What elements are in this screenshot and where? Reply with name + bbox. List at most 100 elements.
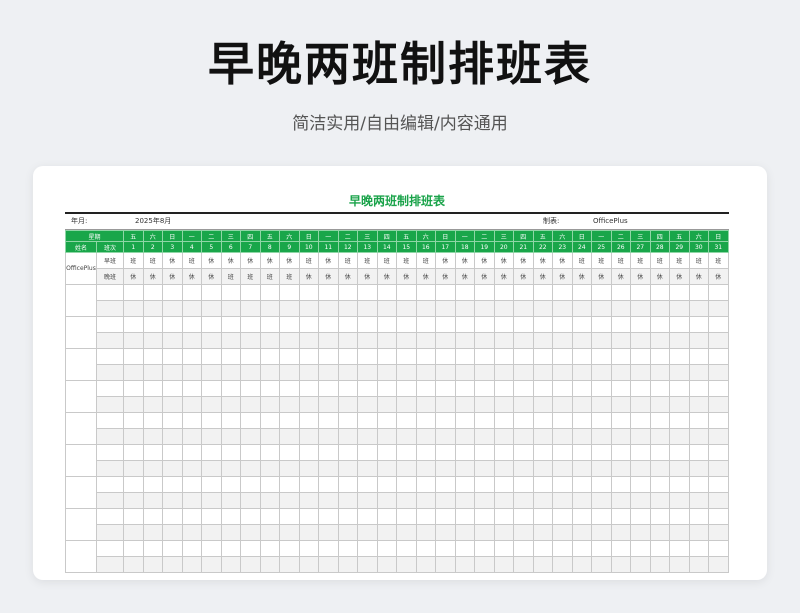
schedule-cell[interactable] — [552, 444, 573, 461]
schedule-cell[interactable] — [298, 556, 320, 573]
schedule-cell[interactable] — [513, 300, 534, 317]
schedule-cell[interactable] — [454, 540, 476, 557]
schedule-cell[interactable] — [415, 556, 437, 573]
schedule-cell[interactable] — [337, 348, 359, 365]
schedule-cell[interactable] — [298, 364, 320, 381]
schedule-cell[interactable] — [649, 332, 671, 349]
schedule-cell[interactable] — [513, 524, 534, 541]
schedule-cell[interactable] — [357, 380, 378, 397]
schedule-cell[interactable] — [435, 556, 456, 573]
schedule-cell[interactable] — [708, 428, 729, 445]
schedule-cell[interactable] — [396, 396, 417, 413]
schedule-cell[interactable] — [688, 444, 710, 461]
schedule-cell[interactable] — [357, 316, 378, 333]
schedule-cell[interactable] — [123, 364, 144, 381]
schedule-cell[interactable] — [259, 444, 281, 461]
schedule-cell[interactable] — [220, 476, 242, 493]
shift-name-cell[interactable] — [95, 460, 125, 477]
schedule-cell[interactable] — [357, 444, 378, 461]
schedule-cell[interactable] — [201, 460, 222, 477]
schedule-cell[interactable] — [201, 348, 222, 365]
employee-name-cell[interactable] — [65, 316, 97, 349]
schedule-cell[interactable] — [591, 508, 612, 525]
schedule-cell[interactable] — [259, 380, 281, 397]
schedule-cell[interactable] — [532, 476, 554, 493]
schedule-cell[interactable] — [259, 364, 281, 381]
schedule-cell[interactable]: 班 — [357, 252, 378, 269]
schedule-cell[interactable] — [591, 412, 612, 429]
shift-name-cell[interactable] — [95, 428, 125, 445]
schedule-cell[interactable] — [669, 364, 690, 381]
schedule-cell[interactable] — [279, 460, 300, 477]
schedule-cell[interactable] — [610, 460, 632, 477]
schedule-cell[interactable]: 休 — [201, 268, 222, 285]
schedule-cell[interactable] — [454, 300, 476, 317]
schedule-cell[interactable] — [123, 428, 144, 445]
schedule-cell[interactable] — [571, 460, 593, 477]
schedule-cell[interactable] — [688, 508, 710, 525]
schedule-cell[interactable] — [708, 396, 729, 413]
schedule-cell[interactable] — [532, 524, 554, 541]
schedule-cell[interactable] — [357, 412, 378, 429]
schedule-cell[interactable] — [649, 492, 671, 509]
schedule-cell[interactable]: 休 — [298, 268, 320, 285]
schedule-cell[interactable] — [318, 396, 339, 413]
schedule-cell[interactable] — [337, 492, 359, 509]
schedule-cell[interactable] — [415, 476, 437, 493]
schedule-cell[interactable]: 休 — [532, 252, 554, 269]
schedule-cell[interactable] — [571, 396, 593, 413]
schedule-cell[interactable] — [513, 444, 534, 461]
schedule-cell[interactable] — [376, 524, 398, 541]
schedule-cell[interactable]: 休 — [201, 252, 222, 269]
schedule-cell[interactable] — [396, 364, 417, 381]
schedule-cell[interactable] — [474, 428, 495, 445]
schedule-cell[interactable] — [571, 348, 593, 365]
schedule-cell[interactable] — [552, 316, 573, 333]
schedule-cell[interactable] — [474, 396, 495, 413]
schedule-cell[interactable] — [415, 316, 437, 333]
schedule-cell[interactable] — [552, 556, 573, 573]
schedule-cell[interactable] — [708, 524, 729, 541]
schedule-cell[interactable] — [532, 540, 554, 557]
schedule-cell[interactable] — [493, 316, 515, 333]
schedule-cell[interactable] — [357, 492, 378, 509]
schedule-cell[interactable] — [591, 396, 612, 413]
schedule-cell[interactable] — [318, 444, 339, 461]
schedule-cell[interactable] — [181, 556, 203, 573]
schedule-cell[interactable] — [552, 492, 573, 509]
schedule-cell[interactable] — [532, 332, 554, 349]
schedule-cell[interactable] — [123, 492, 144, 509]
schedule-cell[interactable] — [571, 476, 593, 493]
schedule-cell[interactable] — [162, 364, 183, 381]
schedule-cell[interactable] — [357, 396, 378, 413]
schedule-cell[interactable] — [240, 428, 261, 445]
schedule-cell[interactable] — [201, 316, 222, 333]
schedule-cell[interactable]: 休 — [454, 252, 476, 269]
schedule-cell[interactable] — [376, 412, 398, 429]
schedule-cell[interactable] — [591, 492, 612, 509]
schedule-cell[interactable]: 班 — [630, 252, 651, 269]
schedule-cell[interactable]: 班 — [610, 252, 632, 269]
schedule-cell[interactable] — [201, 508, 222, 525]
schedule-cell[interactable] — [298, 444, 320, 461]
schedule-cell[interactable]: 休 — [181, 268, 203, 285]
schedule-cell[interactable] — [630, 540, 651, 557]
schedule-cell[interactable] — [259, 524, 281, 541]
schedule-cell[interactable] — [415, 428, 437, 445]
schedule-cell[interactable]: 休 — [591, 268, 612, 285]
schedule-cell[interactable] — [396, 508, 417, 525]
schedule-cell[interactable] — [181, 508, 203, 525]
schedule-cell[interactable] — [630, 364, 651, 381]
schedule-cell[interactable] — [337, 380, 359, 397]
schedule-cell[interactable] — [669, 348, 690, 365]
schedule-cell[interactable] — [688, 396, 710, 413]
schedule-cell[interactable] — [591, 380, 612, 397]
schedule-cell[interactable] — [337, 364, 359, 381]
schedule-cell[interactable]: 休 — [279, 252, 300, 269]
schedule-cell[interactable] — [493, 364, 515, 381]
schedule-cell[interactable] — [415, 396, 437, 413]
schedule-cell[interactable]: 休 — [435, 268, 456, 285]
schedule-cell[interactable] — [376, 364, 398, 381]
schedule-cell[interactable] — [181, 300, 203, 317]
schedule-cell[interactable] — [649, 380, 671, 397]
